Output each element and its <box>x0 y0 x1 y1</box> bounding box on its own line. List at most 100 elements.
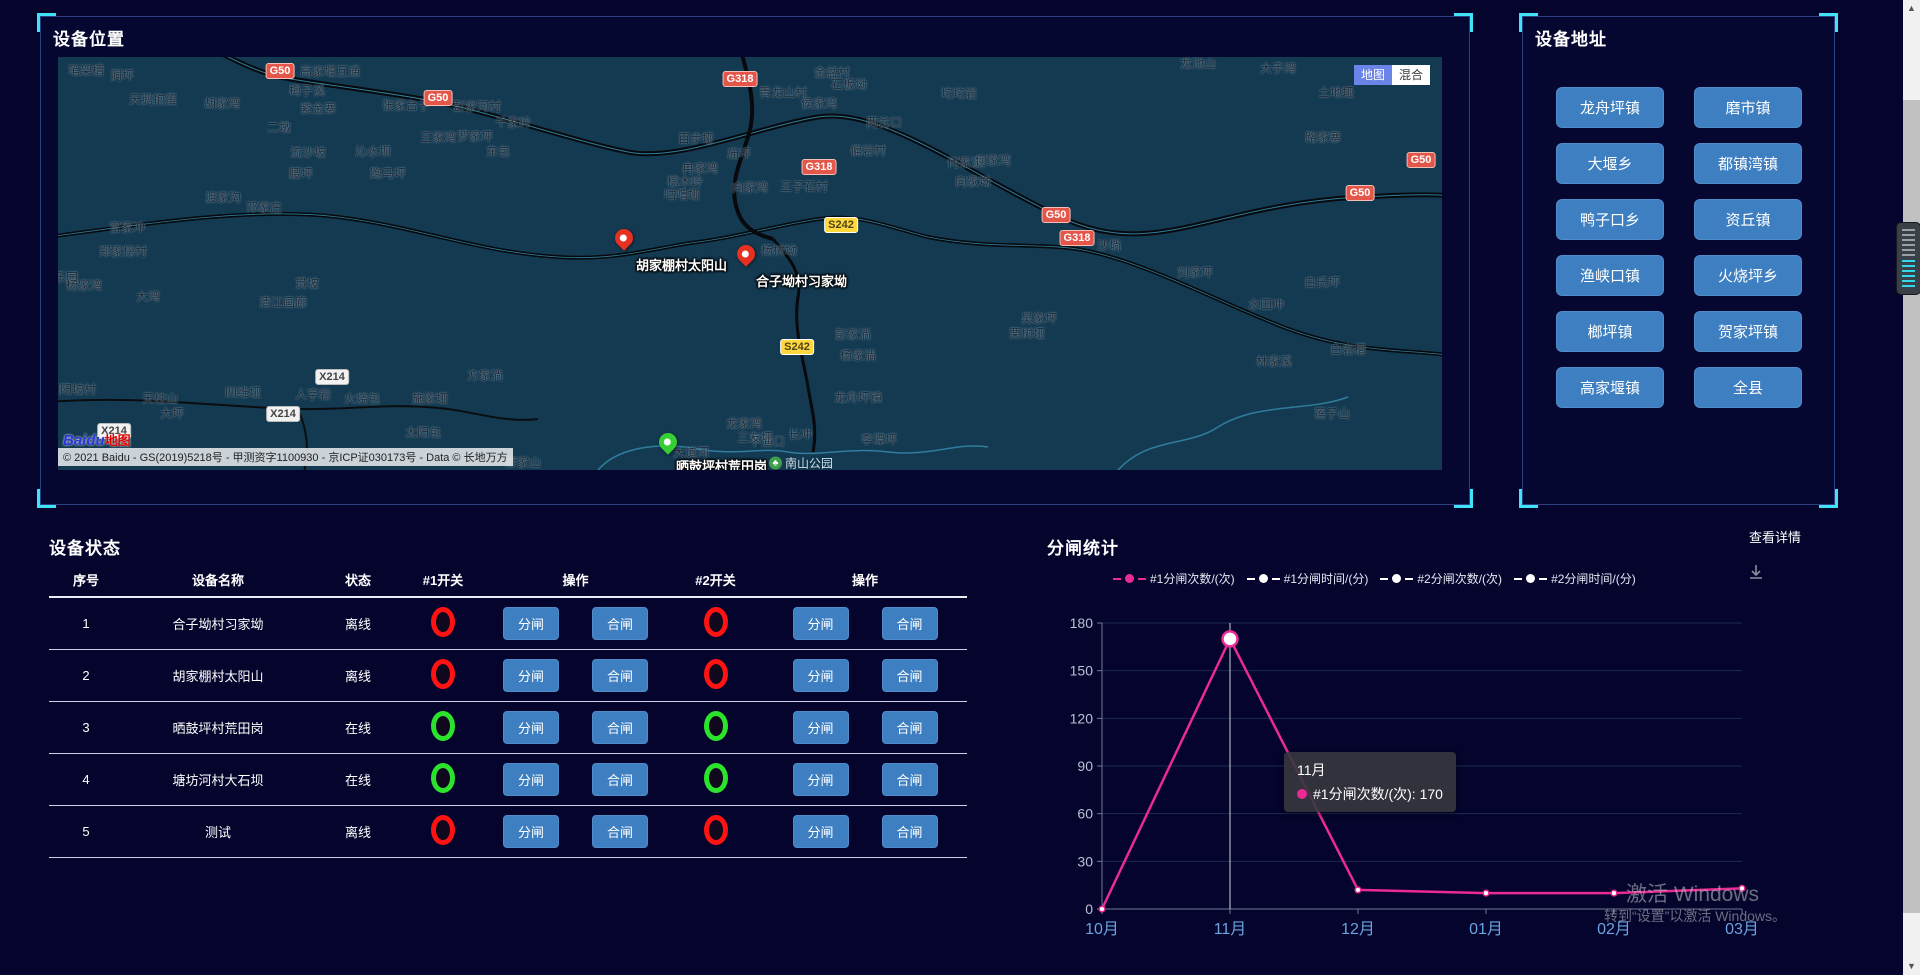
address-button-资丘镇[interactable]: 资丘镇 <box>1694 199 1802 240</box>
park-label: 南山公园 <box>785 455 833 471</box>
scroll-up-icon[interactable]: ▲ <box>1903 0 1920 17</box>
address-button-大堰乡[interactable]: 大堰乡 <box>1556 143 1664 184</box>
address-button-grid: 龙舟坪镇磨市镇大堰乡都镇湾镇鸭子口乡资丘镇渔峡口镇火烧坪乡榔坪镇贺家坪镇高家堰镇… <box>1556 87 1802 408</box>
map-type-map-button[interactable]: 地图 <box>1354 65 1392 85</box>
close-switch-button[interactable]: 合闸 <box>882 711 938 744</box>
switch1-indicator-red-icon <box>431 607 455 637</box>
svg-text:120: 120 <box>1070 710 1094 726</box>
operation-cell: 分闸合闸 <box>763 659 967 692</box>
legend-item[interactable]: #1分闸时间/(分) <box>1247 570 1369 587</box>
map-place-label: 紫金寨 <box>300 100 336 117</box>
device-status: 在线 <box>313 770 403 789</box>
map-place-label: 莲子山 <box>1314 405 1350 422</box>
address-button-榔坪镇[interactable]: 榔坪镇 <box>1556 311 1664 352</box>
open-switch-button[interactable]: 分闸 <box>503 815 559 848</box>
legend-item[interactable]: #1分闸次数/(次) <box>1113 570 1235 587</box>
map-place-label: 龙舟坪镇 <box>834 389 882 406</box>
operation-cell: 分闸合闸 <box>483 659 668 692</box>
close-switch-button[interactable]: 合闸 <box>592 659 648 692</box>
map-pin-label: 胡家棚村太阳山 <box>636 255 727 274</box>
close-switch-button[interactable]: 合闸 <box>882 607 938 640</box>
switch1-indicator-red-icon <box>431 815 455 845</box>
column-header: 操作 <box>483 570 668 589</box>
address-button-渔峡口镇[interactable]: 渔峡口镇 <box>1556 255 1664 296</box>
device-status: 离线 <box>313 614 403 633</box>
map-place-label: 东包 <box>486 143 510 160</box>
close-switch-button[interactable]: 合闸 <box>592 607 648 640</box>
open-switch-button[interactable]: 分闸 <box>503 763 559 796</box>
download-icon[interactable] <box>1746 562 1766 587</box>
map-place-label: 笔架槽 <box>68 62 104 79</box>
table-row: 3晒鼓坪村荒田岗在线分闸合闸分闸合闸 <box>49 702 967 754</box>
open-switch-button[interactable]: 分闸 <box>793 815 849 848</box>
road-badge-g50: G50 <box>266 63 295 79</box>
corner-decoration <box>1819 13 1838 32</box>
close-switch-button[interactable]: 合闸 <box>592 711 648 744</box>
device-name: 合子坳村习家坳 <box>123 614 313 633</box>
park-icon: ♣ <box>769 457 782 470</box>
close-switch-button[interactable]: 合闸 <box>592 763 648 796</box>
windows-activation-watermark: 激活 Windows <box>1626 878 1759 908</box>
baidu-map[interactable]: 笔架槽洞坪天鹅抱蛋胡家湾高家堰互通梅子溪紫金寨二墩流沙坡腰坪渡家沟邓家庄张家台子… <box>58 57 1442 470</box>
address-button-贺家坪镇[interactable]: 贺家坪镇 <box>1694 311 1802 352</box>
operation-cell: 分闸合闸 <box>483 607 668 640</box>
open-switch-button[interactable]: 分闸 <box>503 607 559 640</box>
address-button-火烧坪乡[interactable]: 火烧坪乡 <box>1694 255 1802 296</box>
map-place-label: 侯家湾 <box>801 95 837 112</box>
map-place-label: 天鹅抱蛋 <box>129 91 177 108</box>
map-place-label: 彭家淌 <box>835 326 871 343</box>
view-details-link[interactable]: 查看详情 <box>1749 527 1801 546</box>
map-place-label: 邓家庄 <box>246 199 282 216</box>
svg-text:01月: 01月 <box>1469 921 1503 938</box>
row-index: 4 <box>49 772 123 787</box>
windows-activation-watermark-sub: 转到“设置”以激活 Windows。 <box>1604 906 1786 926</box>
map-place-label: 清江画廊 <box>259 294 307 311</box>
table-body: 1合子坳村习家坳离线分闸合闸分闸合闸2胡家棚村太阳山离线分闸合闸分闸合闸3晒鼓坪… <box>49 598 967 858</box>
close-switch-button[interactable]: 合闸 <box>882 763 938 796</box>
column-header: 序号 <box>49 570 123 589</box>
address-button-磨市镇[interactable]: 磨市镇 <box>1694 87 1802 128</box>
open-switch-button[interactable]: 分闸 <box>793 659 849 692</box>
operation-cell: 分闸合闸 <box>483 711 668 744</box>
open-switch-button[interactable]: 分闸 <box>793 711 849 744</box>
legend-item[interactable]: #2分闸时间/(分) <box>1514 570 1636 587</box>
map-place-label: 庙坪 <box>727 145 751 162</box>
address-button-全县[interactable]: 全县 <box>1694 367 1802 408</box>
open-switch-button[interactable]: 分闸 <box>793 763 849 796</box>
trip-stats-title: 分闸统计 <box>1047 534 1119 559</box>
svg-text:150: 150 <box>1070 663 1094 679</box>
open-switch-button[interactable]: 分闸 <box>503 711 559 744</box>
table-row: 2胡家棚村太阳山离线分闸合闸分闸合闸 <box>49 650 967 702</box>
device-address-panel: 设备地址 龙舟坪镇磨市镇大堰乡都镇湾镇鸭子口乡资丘镇渔峡口镇火烧坪乡榔坪镇贺家坪… <box>1522 16 1835 505</box>
operation-cell: 分闸合闸 <box>763 763 967 796</box>
close-switch-button[interactable]: 合闸 <box>592 815 648 848</box>
map-place-label: 火烧包 <box>344 390 380 407</box>
row-index: 3 <box>49 720 123 735</box>
map-place-label: 偏岩村 <box>850 142 886 159</box>
address-button-龙舟坪镇[interactable]: 龙舟坪镇 <box>1556 87 1664 128</box>
address-button-高家堰镇[interactable]: 高家堰镇 <box>1556 367 1664 408</box>
switch2-indicator-red-icon <box>704 815 728 845</box>
tooltip-title: 11月 <box>1297 760 1443 780</box>
map-place-label: 刘家坪 <box>1177 264 1213 281</box>
legend-item[interactable]: #2分闸次数/(次) <box>1380 570 1502 587</box>
map-place-label: 水田冲 <box>1248 296 1284 313</box>
map-type-hybrid-button[interactable]: 混合 <box>1392 65 1430 85</box>
address-button-鸭子口乡[interactable]: 鸭子口乡 <box>1556 199 1664 240</box>
map-attribution: © 2021 Baidu - GS(2019)5218号 - 甲测资字11009… <box>58 448 513 466</box>
open-switch-button[interactable]: 分闸 <box>503 659 559 692</box>
device-status: 在线 <box>313 718 403 737</box>
corner-decoration <box>1819 489 1838 508</box>
open-switch-button[interactable]: 分闸 <box>793 607 849 640</box>
close-switch-button[interactable]: 合闸 <box>882 815 938 848</box>
scroll-widget[interactable] <box>1896 222 1920 295</box>
close-switch-button[interactable]: 合闸 <box>882 659 938 692</box>
switch2-indicator-red-icon <box>704 659 728 689</box>
map-place-label: 方家淌 <box>467 367 503 384</box>
scroll-down-icon[interactable]: ▼ <box>1903 958 1920 975</box>
switch1-indicator-red-icon <box>431 659 455 689</box>
map-pin-label: 合子坳村习家坳 <box>756 271 847 290</box>
address-button-都镇湾镇[interactable]: 都镇湾镇 <box>1694 143 1802 184</box>
map-place-label: 官家冲 <box>109 219 145 236</box>
corner-decoration <box>1454 489 1473 508</box>
